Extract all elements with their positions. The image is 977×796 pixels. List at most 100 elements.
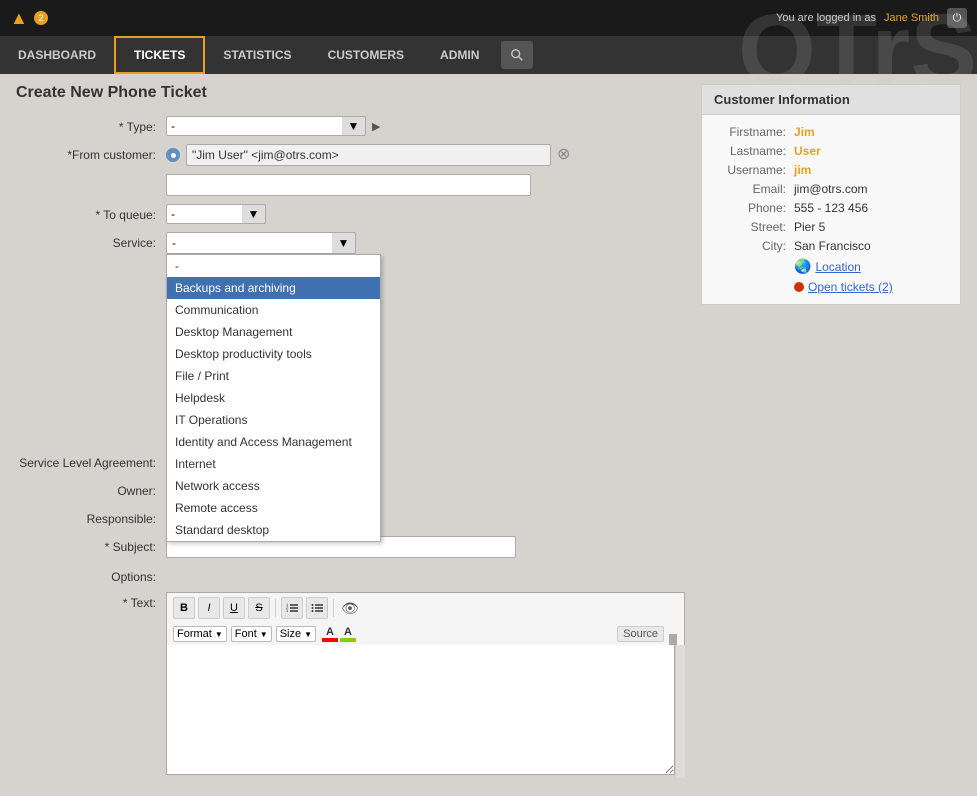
open-tickets-row: Open tickets (2) (794, 280, 948, 294)
logged-in-text: You are logged in as (776, 12, 876, 24)
service-option-backups[interactable]: Backups and archiving (167, 277, 380, 299)
source-button[interactable]: Source (617, 626, 664, 642)
search-button[interactable] (501, 41, 533, 69)
email-row: Email: jim@otrs.com (714, 182, 948, 196)
service-option-desktop-mgmt[interactable]: Desktop Management (167, 321, 380, 343)
service-dropdown-container: ▼ - Backups and archiving Communication … (166, 232, 356, 254)
format-select-wrapper[interactable]: Format ▼ (173, 626, 227, 642)
logo-icon: ▲ (10, 8, 28, 29)
lastname-row: Lastname: User (714, 144, 948, 158)
customer-info-body: Firstname: Jim Lastname: User Username: … (702, 115, 960, 304)
to-queue-select[interactable]: - (166, 204, 266, 224)
service-dropdown-list: - Backups and archiving Communication De… (166, 254, 381, 542)
toolbar-sep-2 (333, 599, 334, 617)
city-row: City: San Francisco (714, 239, 948, 253)
service-dropdown-wrapper: ▼ (166, 232, 356, 254)
page-content: Create New Phone Ticket * Type: - ▼ ▶ *F… (0, 74, 977, 796)
main-form: Create New Phone Ticket * Type: - ▼ ▶ *F… (16, 84, 685, 786)
remove-customer-button[interactable]: ⊗ (557, 147, 570, 163)
highlight-color-swatch (340, 638, 356, 642)
highlight-color-button[interactable]: A (340, 626, 356, 642)
service-option-it-operations[interactable]: IT Operations (167, 409, 380, 431)
service-option-network[interactable]: Network access (167, 475, 380, 497)
ordered-list-button[interactable]: 1 2 3 (281, 597, 303, 619)
service-option-blank[interactable]: - (167, 255, 380, 277)
customer-radio[interactable] (166, 148, 180, 162)
italic-button[interactable]: I (198, 597, 220, 619)
customer-info-header: Customer Information (702, 85, 960, 115)
nav-tickets[interactable]: TICKETS (114, 36, 205, 74)
font-select-wrapper[interactable]: Font ▼ (231, 626, 272, 642)
text-area-scrollbar (675, 645, 685, 778)
service-row: Service: ▼ - Backups and archiving Commu… (16, 232, 685, 254)
location-link[interactable]: Location (815, 260, 860, 274)
text-area-wrapper (166, 645, 685, 778)
font-arrow-icon: ▼ (260, 630, 268, 639)
type-label: * Type: (16, 116, 166, 134)
topbar-logo-area: ▲ 2 (10, 8, 48, 29)
service-label: Service: (16, 232, 166, 250)
service-option-helpdesk[interactable]: Helpdesk (167, 387, 380, 409)
service-option-remote[interactable]: Remote access (167, 497, 380, 519)
responsible-label: Responsible: (16, 508, 166, 526)
customer-search-input[interactable] (186, 144, 551, 166)
open-tickets-link[interactable]: Open tickets (2) (808, 280, 893, 294)
service-option-identity[interactable]: Identity and Access Management (167, 431, 380, 453)
service-option-file-print[interactable]: File / Print (167, 365, 380, 387)
email-value: jim@otrs.com (794, 182, 868, 196)
from-customer-row: *From customer: ⊗ (16, 144, 685, 166)
bold-button[interactable]: B (173, 597, 195, 619)
city-label: City: (714, 239, 794, 253)
options-label: Options: (16, 566, 166, 584)
text-area[interactable] (166, 645, 675, 775)
nav-dashboard[interactable]: DASHBOARD (0, 36, 114, 74)
binoculars-button[interactable]: 👁 (339, 597, 361, 619)
type-row: * Type: - ▼ ▶ (16, 116, 685, 136)
cursor-indicator: ▶ (372, 116, 380, 133)
service-input[interactable] (166, 232, 356, 254)
nav-admin[interactable]: ADMIN (422, 36, 497, 74)
city-value: San Francisco (794, 239, 871, 253)
username-value: jim (794, 163, 811, 177)
street-label: Street: (714, 220, 794, 234)
nav-statistics[interactable]: STATISTICS (205, 36, 309, 74)
page-title: Create New Phone Ticket (16, 84, 685, 102)
color-controls: A A (322, 626, 356, 642)
format-label: Format (177, 628, 212, 640)
ul-icon (311, 602, 323, 614)
strikethrough-button[interactable]: S (248, 597, 270, 619)
svg-text:3: 3 (286, 608, 289, 613)
service-dropdown-arrow[interactable]: ▼ (332, 232, 356, 254)
text-row: * Text: B I U S 1 2 (16, 592, 685, 778)
service-option-desktop-prod[interactable]: Desktop productivity tools (167, 343, 380, 365)
to-queue-row: * To queue: - ▼ (16, 204, 685, 224)
text-toolbar: B I U S 1 2 3 (166, 592, 685, 623)
text-editor-container: B I U S 1 2 3 (166, 592, 685, 778)
options-row: Options: (16, 566, 685, 584)
open-tickets-dot (794, 282, 804, 292)
firstname-value: Jim (794, 125, 815, 139)
underline-button[interactable]: U (223, 597, 245, 619)
font-color-swatch (322, 638, 338, 642)
size-label: Size (280, 628, 301, 640)
customer-info-panel: Customer Information Firstname: Jim Last… (701, 84, 961, 786)
nav-customers[interactable]: CUSTOMERS (310, 36, 422, 74)
unordered-list-button[interactable] (306, 597, 328, 619)
owner-label: Owner: (16, 480, 166, 498)
size-select-wrapper[interactable]: Size ▼ (276, 626, 316, 642)
search-icon (510, 48, 524, 62)
phone-value: 555 - 123 456 (794, 201, 868, 215)
service-option-communication[interactable]: Communication (167, 299, 380, 321)
from-customer-input[interactable] (166, 174, 531, 196)
type-select[interactable]: - (166, 116, 366, 136)
service-option-internet[interactable]: Internet (167, 453, 380, 475)
source-button-wrapper: Source (617, 626, 664, 642)
email-label: Email: (714, 182, 794, 196)
logout-button[interactable]: ⏻ (947, 8, 967, 28)
type-dropdown-wrapper: - ▼ (166, 116, 366, 136)
from-customer-extra-label (16, 174, 166, 178)
from-customer-extra-row (16, 174, 685, 196)
to-queue-dropdown-wrapper: - ▼ (166, 204, 266, 224)
font-color-button[interactable]: A (322, 626, 338, 642)
service-option-standard-desktop[interactable]: Standard desktop (167, 519, 380, 541)
